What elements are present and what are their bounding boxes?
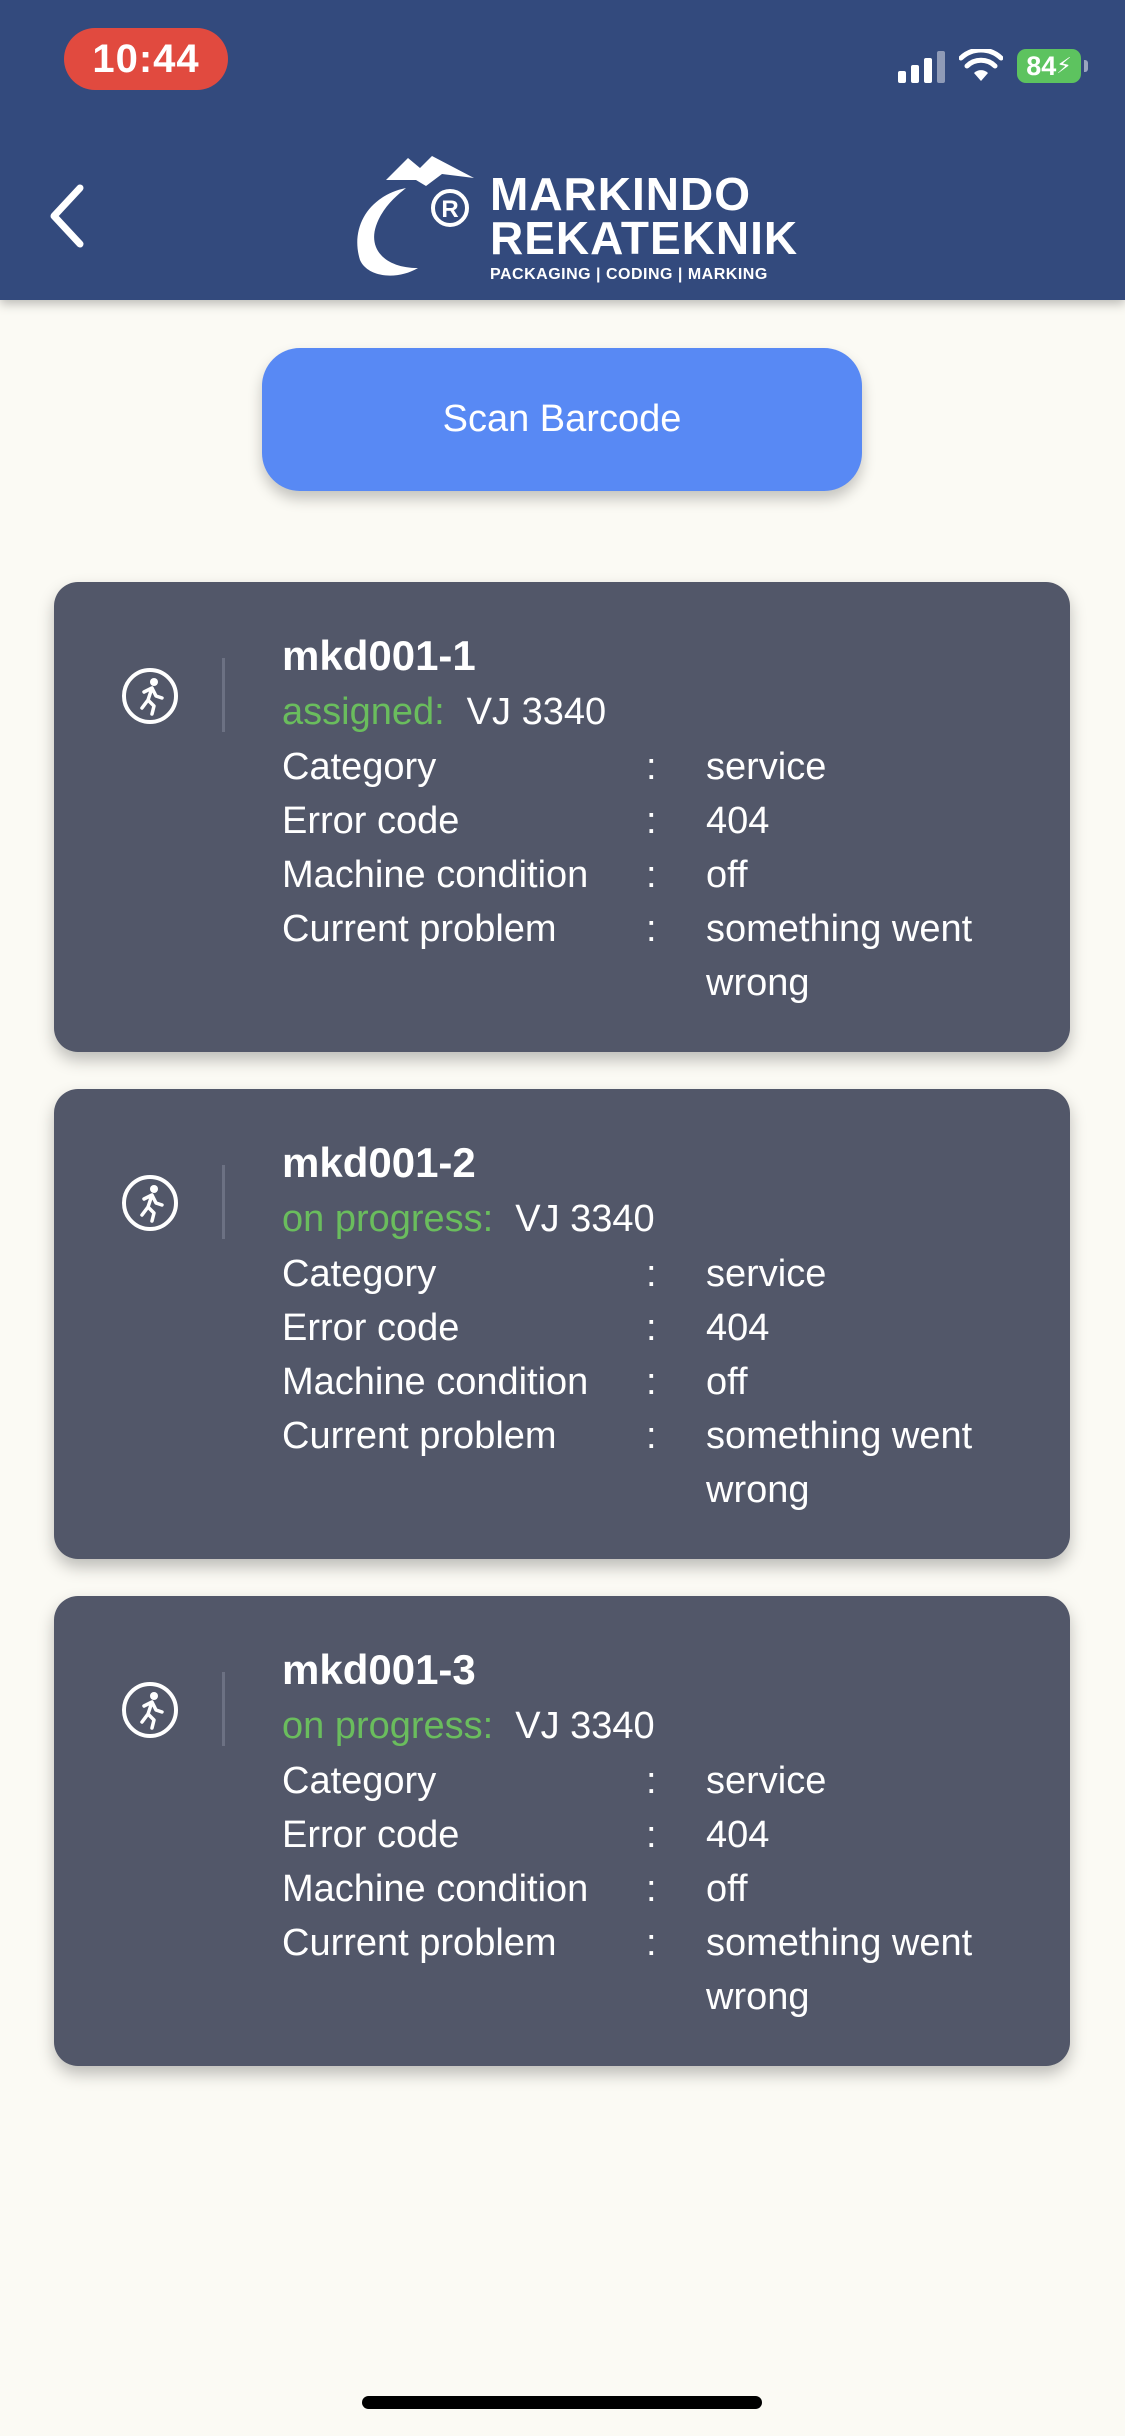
- card-divider: [222, 1672, 225, 1746]
- logo-mark-icon: R: [357, 156, 474, 276]
- card-divider: [222, 658, 225, 732]
- field-separator: :: [646, 1922, 657, 1964]
- running-person-icon: [122, 668, 178, 724]
- field-row-machine-condition: Machine condition : off: [282, 848, 1042, 902]
- field-row-current-problem: Current problem : something went wrong: [282, 1409, 1042, 1517]
- ticket-id: mkd001-1: [282, 632, 476, 679]
- logo-line1: MARKINDO: [490, 168, 751, 220]
- field-separator: :: [646, 854, 657, 896]
- signal-icon: [898, 49, 945, 83]
- ticket-card[interactable]: mkd001-2 on progress: VJ 3340 Category : …: [54, 1089, 1070, 1559]
- battery-icon: 84 ⚡: [1017, 49, 1088, 83]
- field-value: service: [706, 1760, 827, 1802]
- field-value: service: [706, 746, 827, 788]
- field-row-current-problem: Current problem : something went wrong: [282, 1916, 1042, 2024]
- ticket-status-line: assigned: VJ 3340: [282, 684, 1042, 740]
- app-header: 10:44 84 ⚡ R MARKINDO REKATEKNIK PACKAGIN…: [0, 0, 1125, 300]
- ticket-status-line: on progress: VJ 3340: [282, 1698, 1042, 1754]
- field-row-category: Category : service: [282, 1247, 1042, 1301]
- running-person-icon: [122, 1175, 178, 1231]
- field-separator: :: [646, 1307, 657, 1349]
- status-time: 10:44: [64, 28, 228, 90]
- field-value: 404: [706, 800, 770, 842]
- field-value: something went wrong: [706, 1415, 973, 1511]
- field-separator: :: [646, 1760, 657, 1802]
- field-value: service: [706, 1253, 827, 1295]
- field-label: Current problem: [282, 1922, 557, 1964]
- field-label: Current problem: [282, 1415, 557, 1457]
- field-value: off: [706, 1868, 748, 1910]
- field-row-error-code: Error code : 404: [282, 1808, 1042, 1862]
- field-label: Current problem: [282, 908, 557, 950]
- ticket-details: mkd001-2 on progress: VJ 3340 Category : …: [282, 1135, 1042, 1517]
- field-row-error-code: Error code : 404: [282, 1301, 1042, 1355]
- field-separator: :: [646, 800, 657, 842]
- field-label: Machine condition: [282, 854, 589, 896]
- logo-tagline: PACKAGING | CODING | MARKING: [490, 266, 768, 283]
- wifi-icon: [959, 49, 1003, 81]
- field-row-machine-condition: Machine condition : off: [282, 1355, 1042, 1409]
- logo-text: MARKINDO REKATEKNIK PACKAGING | CODING |…: [490, 168, 799, 284]
- machine-model: VJ 3340: [466, 691, 607, 733]
- ticket-status: on progress:: [282, 1705, 494, 1747]
- machine-model: VJ 3340: [515, 1198, 655, 1240]
- ticket-card[interactable]: mkd001-3 on progress: VJ 3340 Category : …: [54, 1596, 1070, 2066]
- field-separator: :: [646, 1253, 657, 1295]
- field-label: Category: [282, 746, 437, 788]
- chevron-left-icon: [50, 184, 84, 248]
- field-label: Machine condition: [282, 1868, 589, 1910]
- scan-barcode-button[interactable]: Scan Barcode: [262, 348, 862, 491]
- machine-model: VJ 3340: [515, 1705, 655, 1747]
- home-indicator[interactable]: [362, 2396, 762, 2409]
- svg-text:R: R: [441, 196, 458, 223]
- field-label: Error code: [282, 1307, 460, 1349]
- logo-line2: REKATEKNIK: [490, 212, 799, 264]
- ticket-status-line: on progress: VJ 3340: [282, 1191, 1042, 1247]
- field-label: Category: [282, 1760, 437, 1802]
- battery-level: 84: [1026, 50, 1057, 81]
- field-label: Error code: [282, 800, 460, 842]
- ticket-details: mkd001-3 on progress: VJ 3340 Category : …: [282, 1642, 1042, 2024]
- field-row-error-code: Error code : 404: [282, 794, 1042, 848]
- field-row-category: Category : service: [282, 740, 1042, 794]
- field-label: Error code: [282, 1814, 460, 1856]
- ticket-id: mkd001-3: [282, 1646, 476, 1693]
- ticket-status: on progress:: [282, 1198, 494, 1240]
- field-separator: :: [646, 908, 657, 950]
- company-logo: R MARKINDO REKATEKNIK PACKAGING | CODING…: [346, 150, 797, 283]
- field-value: off: [706, 1361, 748, 1403]
- field-row-machine-condition: Machine condition : off: [282, 1862, 1042, 1916]
- ticket-status: assigned:: [282, 691, 445, 733]
- status-icons: 84 ⚡: [898, 44, 1088, 88]
- field-separator: :: [646, 1814, 657, 1856]
- field-separator: :: [646, 1868, 657, 1910]
- ticket-card[interactable]: mkd001-1 assigned: VJ 3340 Category : ser…: [54, 582, 1070, 1052]
- field-separator: :: [646, 1361, 657, 1403]
- field-value: 404: [706, 1307, 770, 1349]
- field-value: something went wrong: [706, 1922, 973, 2018]
- field-row-current-problem: Current problem : something went wrong: [282, 902, 1042, 1010]
- card-divider: [222, 1165, 225, 1239]
- back-button[interactable]: [40, 180, 96, 252]
- field-label: Machine condition: [282, 1361, 589, 1403]
- ticket-id: mkd001-2: [282, 1139, 476, 1186]
- field-separator: :: [646, 746, 657, 788]
- field-value: 404: [706, 1814, 770, 1856]
- field-value: off: [706, 854, 748, 896]
- field-label: Category: [282, 1253, 437, 1295]
- field-value: something went wrong: [706, 908, 973, 1004]
- field-separator: :: [646, 1415, 657, 1457]
- field-row-category: Category : service: [282, 1754, 1042, 1808]
- ticket-details: mkd001-1 assigned: VJ 3340 Category : ser…: [282, 628, 1042, 1010]
- running-person-icon: [122, 1682, 178, 1738]
